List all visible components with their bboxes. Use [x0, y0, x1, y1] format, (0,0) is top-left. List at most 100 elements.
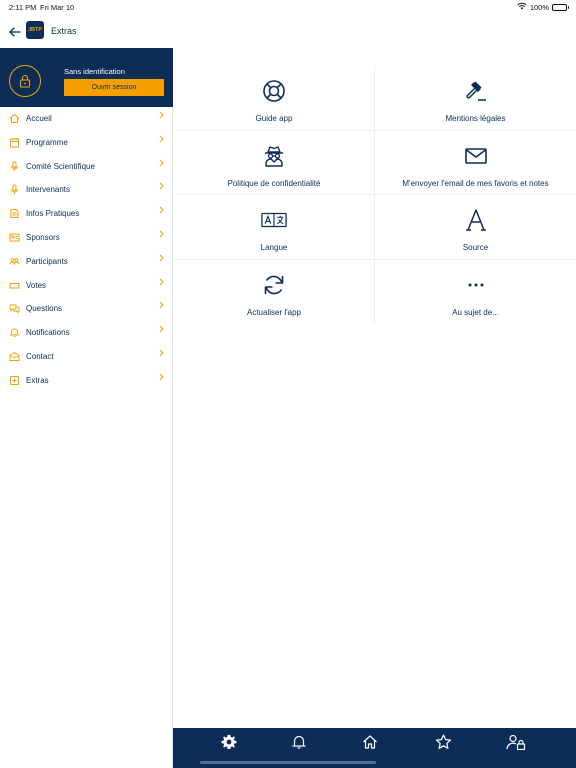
page-title: Extras [51, 26, 77, 36]
calendar-icon [9, 137, 20, 148]
back-button[interactable] [6, 23, 24, 41]
extras-item-envoyer-email[interactable]: M'envoyer l'email de mes favoris et note… [375, 131, 576, 195]
chevron-right-icon [157, 324, 165, 334]
extras-item-label: Guide app [255, 114, 293, 123]
microphone-icon [9, 184, 20, 195]
sidebar-item-label: Participants [26, 256, 68, 266]
sidebar-item-sponsors[interactable]: Sponsors [0, 226, 173, 250]
extras-item-guide-app[interactable]: Guide app [174, 66, 375, 131]
arrow-left-icon [9, 27, 21, 37]
sidebar-item-contact[interactable]: Contact [0, 345, 173, 369]
extras-item-source[interactable]: Source [375, 195, 576, 260]
chevron-right-icon [157, 348, 165, 358]
status-date: Fri Mar 10 [40, 3, 75, 12]
sidebar-item-label: Infos Pratiques [26, 209, 80, 219]
font-letter-icon [463, 207, 489, 233]
sidebar-item-questions[interactable]: Questions [0, 297, 173, 321]
lifebuoy-icon [261, 78, 287, 104]
home-icon [363, 735, 377, 749]
sidebar-item-programme[interactable]: Programme [0, 131, 173, 155]
lock-icon [19, 74, 31, 88]
avatar [9, 65, 41, 97]
sidebar-item-notifications[interactable]: Notifications [0, 321, 173, 345]
battery-icon [552, 3, 569, 11]
extras-grid: Guide app Mentions légales Politique de … [174, 66, 576, 324]
profile-name: Sans identification [64, 67, 125, 76]
chevron-right-icon [157, 253, 165, 263]
chevron-right-icon [157, 110, 165, 120]
extras-item-label: Actualiser l'app [247, 307, 301, 317]
sidebar-item-label: Notifications [26, 328, 70, 338]
extras-item-actualiser[interactable]: Actualiser l'app [174, 259, 375, 324]
nav-bar: JBTP Extras [0, 14, 576, 48]
tab-favorites[interactable] [433, 732, 453, 752]
gear-icon [221, 734, 237, 749]
extras-item-label: Mentions légales [445, 114, 506, 123]
sidebar-item-accueil[interactable]: Accueil [0, 107, 173, 131]
extras-item-label: Source [462, 243, 489, 252]
extras-item-politique-confidentialite[interactable]: Politique de confidentialité [174, 130, 375, 195]
bell-icon [9, 327, 20, 338]
sidebar-item-label: Intervenants [26, 185, 71, 195]
login-button[interactable]: Ouvrir session [64, 79, 164, 96]
sidebar: Sans identification Ouvrir session Accue… [0, 48, 173, 768]
sidebar-item-label: Contact [26, 351, 54, 361]
status-right: 100% [517, 2, 569, 12]
chevron-right-icon [157, 300, 165, 310]
sidebar-item-comite-scientifique[interactable]: Comité Scientifique [0, 155, 173, 179]
wifi-icon [517, 2, 527, 12]
sidebar-item-extras[interactable]: Extras [0, 369, 173, 393]
extras-item-label: Langue [260, 243, 288, 252]
chevron-right-icon [157, 277, 165, 287]
sidebar-menu: Accueil Programme Comité Scientifique In… [0, 107, 173, 393]
chat-icon [9, 303, 20, 314]
sidebar-item-label: Comité Scientifique [26, 161, 95, 171]
bell-icon [292, 735, 306, 749]
info-icon [9, 208, 20, 219]
envelope-open-icon [9, 351, 20, 362]
star-icon [435, 734, 451, 749]
battery-percent: 100% [529, 2, 549, 12]
tab-notifications[interactable] [289, 732, 309, 752]
extras-item-au-sujet-de[interactable]: Au sujet de... [375, 260, 576, 325]
translate-icon [261, 207, 287, 233]
status-time: 2:11 PM [9, 3, 37, 12]
chevron-right-icon [157, 205, 165, 215]
envelope-icon [463, 143, 489, 169]
home-indicator [200, 761, 376, 764]
tab-home[interactable] [360, 732, 380, 752]
extras-item-label: Au sujet de... [452, 307, 499, 317]
user-lock-icon [506, 734, 526, 750]
chevron-right-icon [157, 372, 165, 382]
status-bar: 2:11 PM Fri Mar 10 100% [0, 0, 576, 14]
plus-square-icon [9, 375, 20, 386]
sidebar-item-label: Programme [26, 137, 68, 147]
sidebar-item-intervenants[interactable]: Intervenants [0, 178, 173, 202]
profile-panel: Sans identification Ouvrir session [0, 48, 173, 107]
sidebar-item-votes[interactable]: Votes [0, 274, 173, 298]
ticket-icon [9, 280, 20, 291]
extras-content: Guide app Mentions légales Politique de … [174, 48, 576, 728]
chevron-right-icon [157, 181, 165, 191]
sponsor-icon [9, 232, 20, 243]
extras-item-langue[interactable]: Langue [174, 195, 375, 260]
sidebar-item-label: Sponsors [26, 232, 60, 242]
sidebar-item-label: Questions [26, 304, 63, 314]
extras-item-mentions-legales[interactable]: Mentions légales [375, 66, 576, 131]
ellipsis-icon [463, 272, 489, 298]
people-icon [9, 256, 20, 267]
tab-account[interactable] [506, 732, 526, 752]
microphone-icon [9, 161, 20, 172]
chevron-right-icon [157, 229, 165, 239]
refresh-icon [261, 272, 287, 298]
sidebar-item-label: Accueil [26, 114, 52, 123]
gavel-icon [463, 78, 489, 104]
home-icon [9, 113, 20, 124]
sidebar-item-label: Extras [26, 375, 49, 385]
extras-item-label: M'envoyer l'email de mes favoris et note… [402, 178, 549, 188]
spy-icon [261, 143, 287, 169]
extras-item-label: Politique de confidentialité [227, 178, 321, 188]
sidebar-item-infos-pratiques[interactable]: Infos Pratiques [0, 202, 173, 226]
sidebar-item-participants[interactable]: Participants [0, 250, 173, 274]
tab-settings[interactable] [219, 732, 239, 752]
